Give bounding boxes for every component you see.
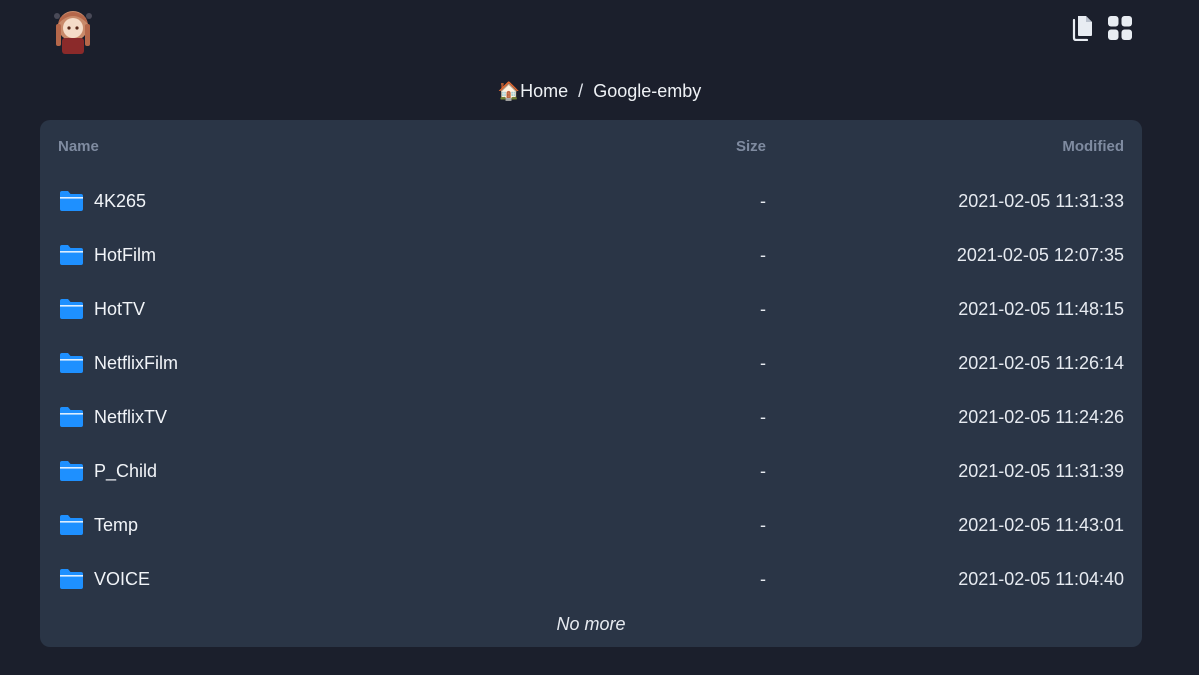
file-modified: 2021-02-05 12:07:35 [956,245,1124,265]
file-modified: 2021-02-05 11:31:39 [958,461,1124,481]
table-row[interactable]: HotTV - 2021-02-05 11:48:15 [40,283,1142,337]
grid-view-button[interactable] [1107,14,1133,42]
folder-icon [60,353,83,373]
breadcrumb-separator: / [578,81,584,101]
file-size: - [760,515,766,535]
file-modified: 2021-02-05 11:48:15 [958,299,1124,319]
file-name: VOICE [94,569,151,589]
folder-icon [60,299,83,319]
file-name: P_Child [94,461,158,481]
list-end-message: No more [556,614,626,634]
folder-icon [60,245,83,265]
anime-avatar-icon[interactable] [48,6,98,58]
file-size: - [760,353,766,373]
column-name-header[interactable]: Name [58,138,99,155]
file-size: - [760,245,766,265]
folder-icon [60,569,83,589]
table-row[interactable]: 4K265 - 2021-02-05 11:31:33 [40,175,1142,229]
file-size: - [760,461,766,481]
folder-icon [60,461,83,481]
table-header: Name Size Modified [40,138,1142,162]
file-size: - [760,569,766,589]
copy-icon [1072,16,1092,41]
file-name: HotTV [94,299,146,319]
top-actions [1069,14,1133,42]
folder-icon [60,191,83,211]
file-name: HotFilm [94,245,156,265]
file-modified: 2021-02-05 11:31:33 [958,191,1124,211]
file-name: NetflixFilm [94,353,178,373]
file-name: 4K265 [94,191,147,211]
table-row[interactable]: P_Child - 2021-02-05 11:31:39 [40,445,1142,499]
file-size: - [760,407,766,427]
home-icon: 🏠 [497,81,521,101]
table-row[interactable]: VOICE - 2021-02-05 11:04:40 [40,553,1142,607]
folder-icon [60,515,83,535]
file-modified: 2021-02-05 11:43:01 [958,515,1124,535]
table-row[interactable]: HotFilm - 2021-02-05 12:07:35 [40,229,1142,283]
file-size: - [760,299,766,319]
breadcrumb-home-label: Home [520,81,569,101]
top-bar [0,0,1199,76]
file-modified: 2021-02-05 11:24:26 [958,407,1124,427]
file-name: NetflixTV [94,407,168,427]
table-row[interactable]: NetflixFilm - 2021-02-05 11:26:14 [40,337,1142,391]
breadcrumb-current[interactable]: Google-emby [593,81,701,102]
file-list-panel: Name Size Modified 4K265 - 2021-02-05 11:3… [40,120,1142,647]
file-name: Temp [94,515,139,535]
breadcrumb-home[interactable]: 🏠Home [498,81,568,102]
file-modified: 2021-02-05 11:04:40 [958,569,1124,589]
column-modified-header[interactable]: Modified [1062,138,1124,155]
table-row[interactable]: NetflixTV - 2021-02-05 11:24:26 [40,391,1142,445]
table-row[interactable]: Temp - 2021-02-05 11:43:01 [40,499,1142,553]
copy-button[interactable] [1069,14,1095,42]
grid-view-icon [1108,16,1132,40]
folder-icon [60,407,83,427]
file-modified: 2021-02-05 11:26:14 [958,353,1124,373]
breadcrumb: 🏠Home / Google-emby [0,81,1199,102]
file-size: - [760,191,766,211]
column-size-header[interactable]: Size [736,138,766,155]
